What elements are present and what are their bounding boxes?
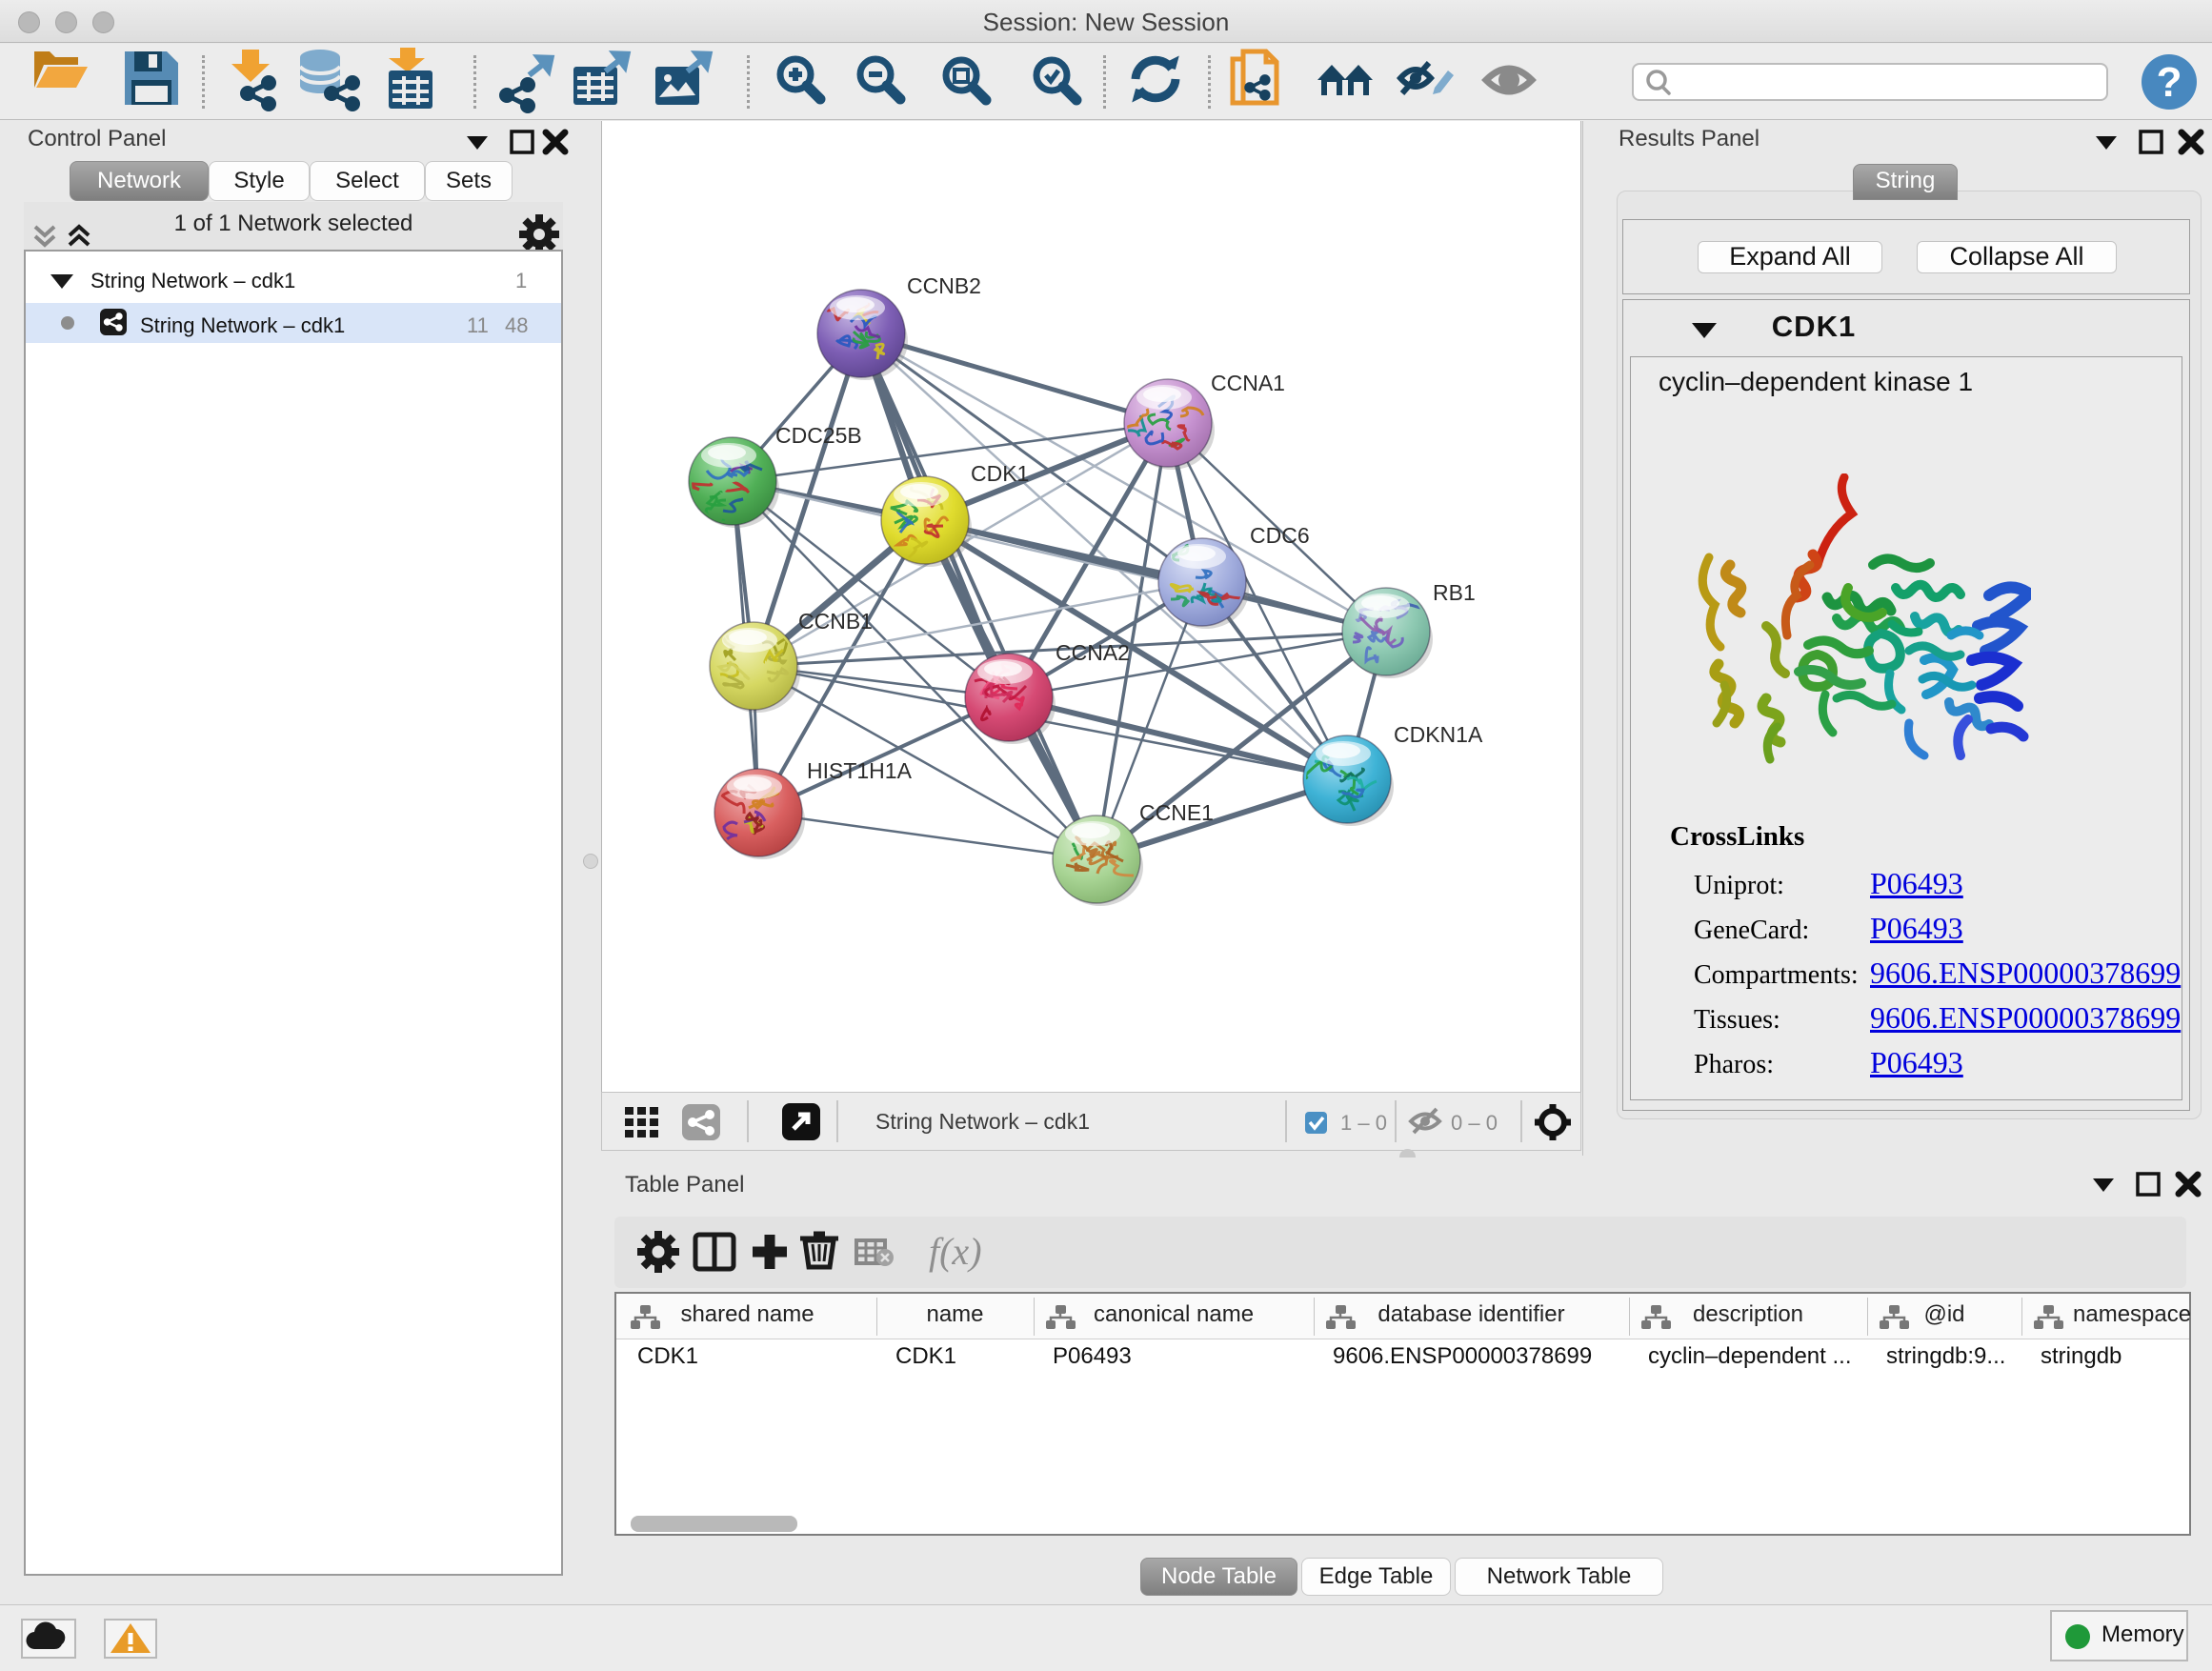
svg-text:CDC6: CDC6: [1250, 523, 1310, 548]
svg-text:CCNA2: CCNA2: [1056, 640, 1130, 665]
svg-text:1 – 0: 1 – 0: [1340, 1111, 1387, 1135]
svg-text:?: ?: [2157, 59, 2182, 106]
svg-text:CDK1: CDK1: [971, 461, 1029, 486]
svg-text:f(x): f(x): [929, 1230, 982, 1273]
svg-text:CCNA1: CCNA1: [1211, 371, 1285, 395]
svg-text:CDKN1A: CDKN1A: [1394, 722, 1483, 747]
svg-text:RB1: RB1: [1433, 580, 1476, 605]
svg-text:CCNE1: CCNE1: [1139, 800, 1214, 825]
svg-text:0 – 0: 0 – 0: [1451, 1111, 1498, 1135]
svg-text:CDC25B: CDC25B: [775, 423, 862, 448]
svg-text:CCNB2: CCNB2: [907, 273, 981, 298]
svg-text:HIST1H1A: HIST1H1A: [807, 758, 913, 783]
svg-text:CCNB1: CCNB1: [798, 609, 873, 634]
